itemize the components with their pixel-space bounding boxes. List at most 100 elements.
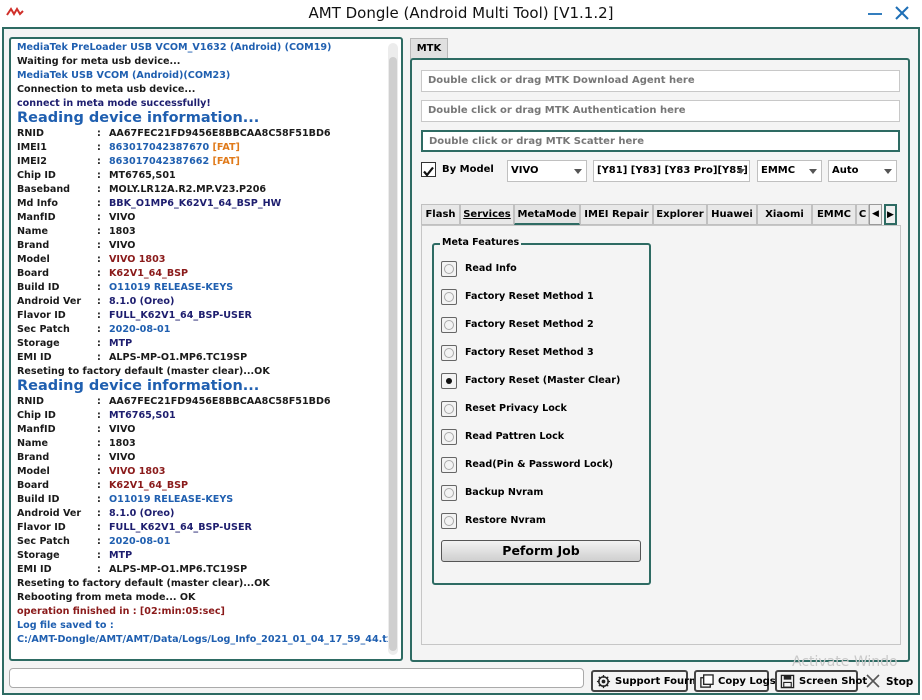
- radio-button[interactable]: [441, 457, 457, 473]
- chevron-down-icon: [737, 169, 745, 174]
- log-value: O11019 RELEASE-KEYS: [109, 282, 234, 293]
- perform-job-button[interactable]: Peform Job: [441, 540, 641, 562]
- scatter-field[interactable]: Double click or drag MTK Scatter here: [421, 130, 900, 152]
- by-model-checkbox[interactable]: [421, 162, 436, 177]
- log-colon: :: [97, 324, 101, 335]
- meta-option-label: Read Pattren Lock: [465, 431, 565, 442]
- log-colon: :: [97, 424, 101, 435]
- save-icon: [780, 674, 795, 689]
- log-key: Board: [17, 268, 49, 279]
- by-model-label: By Model: [442, 164, 494, 175]
- storage-select[interactable]: EMMC: [757, 160, 822, 182]
- tab-xiaomi[interactable]: Xiaomi: [757, 204, 812, 225]
- support-forum-button[interactable]: Support Fourm: [591, 670, 699, 692]
- log-key: EMI ID: [17, 564, 52, 575]
- log-key: Board: [17, 480, 49, 491]
- radio-empty-ring: [444, 404, 454, 414]
- log-key: Chip ID: [17, 410, 56, 421]
- log-kv-row: EMI ID: ALPS-MP-O1.MP6.TC19SP: [17, 564, 247, 576]
- log-value: FULL_K62V1_64_BSP-USER: [109, 310, 252, 321]
- log-scroll-thumb[interactable]: [389, 57, 397, 651]
- log-kv-row: IMEI1:863017042387670 [FAT]: [17, 142, 240, 154]
- tab-scroll-left-icon[interactable]: ◀: [869, 204, 882, 225]
- radio-button[interactable]: [441, 401, 457, 417]
- tab-services[interactable]: Services: [460, 204, 514, 225]
- model-select[interactable]: [Y81] [Y83] [Y83 Pro][Y85]: [593, 160, 750, 182]
- log-value: VIVO 1803: [109, 466, 166, 477]
- log-kv-row: RNID: AA67FEC21FD9456E8BBCAA8C58F51BD6: [17, 128, 331, 140]
- copy-logs-button[interactable]: Copy Logs: [694, 670, 776, 692]
- radio-button[interactable]: [441, 485, 457, 501]
- log-key: RNID: [17, 128, 44, 139]
- log-kv-row: Chip ID: MT6765,S01: [17, 170, 176, 182]
- tab-metamode[interactable]: MetaMode: [514, 204, 580, 225]
- log-line: connect in meta mode successfully!: [17, 98, 211, 109]
- tab-explorer[interactable]: Explorer: [653, 204, 707, 225]
- window-title: AMT Dongle (Android Multi Tool) [V1.1.2]: [308, 4, 614, 22]
- log-section-heading: Reading device information...: [17, 378, 260, 394]
- log-kv-row: Build ID: O11019 RELEASE-KEYS: [17, 494, 233, 506]
- chevron-down-icon: [809, 169, 817, 174]
- log-line: MediaTek USB VCOM (Android)(COM23): [17, 70, 231, 81]
- log-line: Connection to meta usb device...: [17, 84, 196, 95]
- meta-option-label: Factory Reset Method 3: [465, 347, 594, 358]
- log-kv-row: Build ID: O11019 RELEASE-KEYS: [17, 282, 233, 294]
- log-value: MTP: [109, 338, 133, 349]
- screenshot-button[interactable]: Screen Shot: [775, 670, 867, 692]
- log-line: Log file saved to :: [17, 620, 114, 631]
- chevron-down-icon: [884, 169, 892, 174]
- log-kv-row: RNID: AA67FEC21FD9456E8BBCAA8C58F51BD6: [17, 396, 331, 408]
- meta-option-label: Reset Privacy Lock: [465, 403, 567, 414]
- radio-button[interactable]: [441, 261, 457, 277]
- radio-button[interactable]: [441, 317, 457, 333]
- log-kv-row: Model: VIVO 1803: [17, 254, 165, 266]
- authentication-field[interactable]: Double click or drag MTK Authentication …: [421, 100, 900, 122]
- meta-option-label: Factory Reset Method 1: [465, 291, 594, 302]
- log-colon: :: [97, 522, 101, 533]
- tab-mtk[interactable]: MTK: [410, 38, 448, 59]
- log-key: Brand: [17, 240, 50, 251]
- meta-option-label: Factory Reset Method 2: [465, 319, 594, 330]
- minimize-icon[interactable]: [866, 2, 884, 24]
- log-value: AA67FEC21FD9456E8BBCAA8C58F51BD6: [109, 128, 331, 139]
- meta-option-label: Read(Pin & Password Lock): [465, 459, 614, 470]
- close-icon[interactable]: [892, 2, 912, 24]
- tab-huawei[interactable]: Huawei: [707, 204, 757, 225]
- tab-scroll-right-icon[interactable]: ▶: [884, 204, 897, 225]
- log-key: Sec Patch: [17, 536, 70, 547]
- log-colon: :: [97, 536, 101, 547]
- log-value: MT6765,S01: [109, 410, 176, 421]
- log-colon: :: [97, 352, 101, 363]
- radio-button[interactable]: [441, 289, 457, 305]
- log-kv-row: Baseband: MOLY.LR12A.R2.MP.V23.P206: [17, 184, 266, 196]
- model-select-value: [Y81] [Y83] [Y83 Pro][Y85]: [597, 165, 748, 176]
- tab-emmc[interactable]: EMMC: [812, 204, 856, 225]
- radio-button[interactable]: [441, 345, 457, 361]
- stop-button[interactable]: Stop: [866, 672, 916, 692]
- download-agent-field[interactable]: Double click or drag MTK Download Agent …: [421, 70, 900, 92]
- tab-flash[interactable]: Flash: [421, 204, 460, 225]
- log-line: C:/AMT-Dongle/AMT/AMT/Data/Logs/Log_Info…: [17, 634, 398, 645]
- progress-bar: [9, 668, 584, 688]
- log-kv-row: Board: K62V1_64_BSP: [17, 480, 188, 492]
- log-key: Flavor ID: [17, 522, 66, 533]
- log-value: MT6765,S01: [109, 170, 176, 181]
- log-value: VIVO: [109, 452, 136, 463]
- copy-logs-label: Copy Logs: [718, 676, 776, 687]
- log-value: VIVO: [109, 424, 136, 435]
- tab-c[interactable]: C: [856, 204, 869, 225]
- radio-empty-ring: [444, 460, 454, 470]
- log-colon: :: [97, 184, 101, 195]
- log-key: Model: [17, 466, 50, 477]
- log-colon: :: [97, 452, 101, 463]
- mode-select[interactable]: Auto: [828, 160, 897, 182]
- radio-button[interactable]: [441, 429, 457, 445]
- log-line: Rebooting from meta mode... OK: [17, 592, 196, 603]
- radio-empty-ring: [444, 292, 454, 302]
- tab-imei-repair[interactable]: IMEI Repair: [580, 204, 653, 225]
- radio-button[interactable]: [441, 373, 457, 389]
- radio-button[interactable]: [441, 513, 457, 529]
- log-scrollbar[interactable]: [388, 43, 398, 655]
- log-key: Flavor ID: [17, 310, 66, 321]
- brand-select[interactable]: VIVO: [507, 160, 587, 182]
